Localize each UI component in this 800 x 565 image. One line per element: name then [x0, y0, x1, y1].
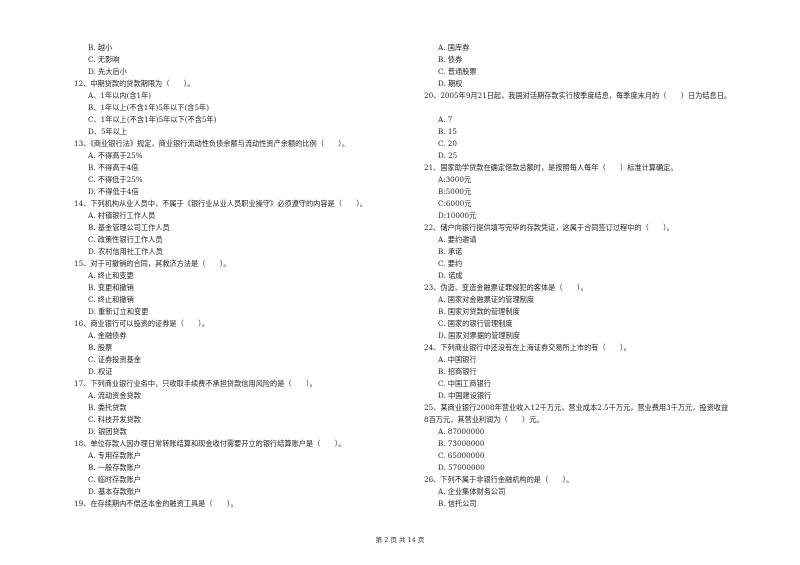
answer-option: C. 政策性银行工作人员	[88, 235, 163, 244]
page-footer: 第 2 页 共 14 页	[375, 536, 425, 544]
right-column: A. 国库券 B. 债券 C. 普通股票 D. 期权 20、2005年9月21日起，我国…	[424, 42, 774, 510]
answer-option: C. 临时存款账户	[88, 475, 141, 484]
answer-option: B. 委托贷款	[88, 403, 127, 412]
answer-option: B. 一般存款账户	[88, 463, 141, 472]
answer-option: A. 金融债券	[88, 331, 127, 340]
question-text: 20、2005年9月21日起，我国对活期存款实行按季度结息，每季度末月的（ ）日…	[424, 91, 732, 100]
question-text: 8百万元，其营业利润为（ ）元。	[424, 415, 544, 424]
answer-option: C. 65000000	[438, 451, 485, 460]
answer-option: B. 信托公司	[438, 499, 477, 508]
answer-option: A. 国家对金融票证的管理制度	[438, 295, 535, 304]
answer-option: B. 73000000	[438, 439, 485, 448]
question-text: 14、下列机构从业人员中，不属于《银行业从业人员职业操守》必须遵守的内容是（ ）…	[74, 199, 368, 208]
answer-option: A. 要约邀请	[438, 235, 477, 244]
answer-option: A. 村镇银行工作人员	[88, 211, 156, 220]
answer-option: D. 57000000	[438, 463, 485, 472]
answer-option: D. 银团贷款	[88, 427, 127, 436]
answer-option: A. 不得高于25%	[88, 151, 143, 160]
question-text: 22、储户向银行提供填写完毕的存款凭证，这属于合同签订过程中的（ ）。	[424, 223, 674, 232]
answer-option: C. 科技开发贷款	[88, 415, 141, 424]
answer-option: D. 权证	[88, 367, 113, 376]
answer-option: D. 期权	[438, 79, 463, 88]
answer-option: C:6000元	[438, 199, 472, 208]
answer-option: B. 招商银行	[438, 367, 477, 376]
answer-option: B. 股票	[88, 343, 113, 352]
answer-option: D. 基本存款账户	[88, 487, 142, 496]
answer-option: B. 变更和撤销	[88, 283, 134, 292]
answer-option: A. 国库券	[438, 43, 470, 52]
answer-option: A. 87000000	[438, 427, 485, 436]
answer-option: B. 承诺	[438, 247, 463, 256]
answer-option: C. 20	[438, 139, 457, 148]
answer-option: B. 越小	[88, 43, 113, 52]
question-text: 23、伪造、变造金融票证罪侵犯的客体是（ ）。	[424, 283, 588, 292]
question-text: 12、中期贷款的贷款期限为（ ）。	[74, 79, 195, 88]
question-text: 24、下列商业银行中还没有在上海证券交易所上市的有（ ）。	[424, 343, 631, 352]
answer-option: B:5000元	[438, 187, 472, 196]
answer-option: C. 国家的银行管理制度	[438, 319, 513, 328]
answer-option: A. 流动资金贷款	[88, 391, 141, 400]
answer-option: A. 7	[438, 115, 453, 124]
question-text: 26、下列不属于非银行金融机构的是（ ）。	[424, 475, 574, 484]
answer-option: B. 债券	[438, 55, 463, 64]
question-text: 16、商业银行可以投资的证券是（ ）。	[74, 319, 209, 328]
answer-option: C、1年以上(不含1年)5年以下(不含5年)	[88, 115, 217, 124]
question-text: 18、单位存款人因办理日常转账结算和现金收付需要开立的银行结算账户是（ ）。	[74, 439, 346, 448]
answer-option: D. 国家对票据的管理制度	[438, 331, 520, 340]
answer-option: C. 无影响	[88, 55, 120, 64]
answer-option: B. 15	[438, 127, 457, 136]
answer-option: C. 不得低于25%	[88, 175, 143, 184]
question-text: 13、《商业银行法》规定，商业银行流动性负债余额与流动性资产余额的比例（ ）。	[74, 139, 350, 148]
question-text: 17、下列商业银行业务中，只收取手续费不承担贷款信用风险的是（ ）。	[74, 379, 317, 388]
question-text: 19、在存续期内不偿还本金的融资工具是（ ）。	[74, 499, 238, 508]
answer-option: A. 专用存款账户	[88, 451, 141, 460]
question-text: 21、国家助学贷款在确定借款总额时，是按照每人每年（ ）标准计算确定。	[424, 163, 678, 172]
answer-option: B、1年以上(不含1年)5年以下(含5年)	[88, 103, 210, 112]
question-text: 25、某商业银行2008年营业收入12千万元，营业成本2.5千万元，营业费用3千…	[424, 403, 729, 412]
answer-option: D. 中国建设银行	[438, 391, 492, 400]
answer-option: B. 不得高于4倍	[88, 163, 139, 172]
answer-option: C. 普通股票	[438, 67, 477, 76]
question-text: 15、对于可撤销的合同，其救济方法是（ ）。	[74, 259, 231, 268]
answer-option: A. 中国银行	[438, 355, 477, 364]
answer-option: D. 25	[438, 151, 458, 160]
answer-option: D:10000元	[438, 211, 477, 220]
answer-option: C. 中国工商银行	[438, 379, 491, 388]
answer-option: D、5年以上	[88, 127, 128, 136]
answer-option: D. 农村信用社工作人员	[88, 247, 163, 256]
answer-option: A、1年以内(含1年)	[88, 91, 152, 100]
answer-option: D. 诺成	[438, 271, 463, 280]
answer-option: C. 终止和撤销	[88, 295, 134, 304]
answer-option: A. 终止和变更	[88, 271, 134, 280]
answer-option: B. 基金管理公司工作人员	[88, 223, 170, 232]
answer-option: D. 先大后小	[88, 67, 127, 76]
answer-option: C. 要约	[438, 259, 463, 268]
answer-option: B. 国家对贷款的管理制度	[438, 307, 520, 316]
answer-option: A:3000元	[438, 175, 472, 184]
answer-option: C. 证券投资基金	[88, 355, 141, 364]
answer-option: D. 不得低于4倍	[88, 187, 139, 196]
answer-option: D. 重新订立和变更	[88, 307, 149, 316]
answer-option: A. 企业集体财务公司	[438, 487, 506, 496]
left-column: B. 越小 C. 无影响 D. 先大后小 12、中期贷款的贷款期限为（ ）。 A、1年以…	[74, 42, 404, 510]
